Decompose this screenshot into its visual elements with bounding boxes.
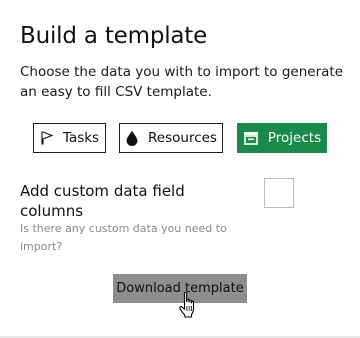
page-title: Build a template xyxy=(20,23,208,49)
projects-label: Projects xyxy=(267,130,322,146)
page-description: Choose the data you with to import to ge… xyxy=(20,64,344,100)
flag-icon xyxy=(40,131,54,145)
hand-cursor-icon xyxy=(179,291,195,318)
project-icon xyxy=(243,131,259,145)
tasks-label: Tasks xyxy=(62,130,100,146)
resources-button[interactable]: Resources xyxy=(119,123,223,153)
drop-icon xyxy=(125,130,139,146)
custom-fields-checkbox[interactable] xyxy=(264,178,294,208)
resources-label: Resources xyxy=(148,130,217,146)
projects-button[interactable]: Projects xyxy=(237,123,327,153)
custom-fields-hint: Is there any custom data you need to imp… xyxy=(20,222,227,253)
custom-fields-label: Add custom data field columns xyxy=(20,182,185,220)
tasks-button[interactable]: Tasks xyxy=(33,123,106,153)
